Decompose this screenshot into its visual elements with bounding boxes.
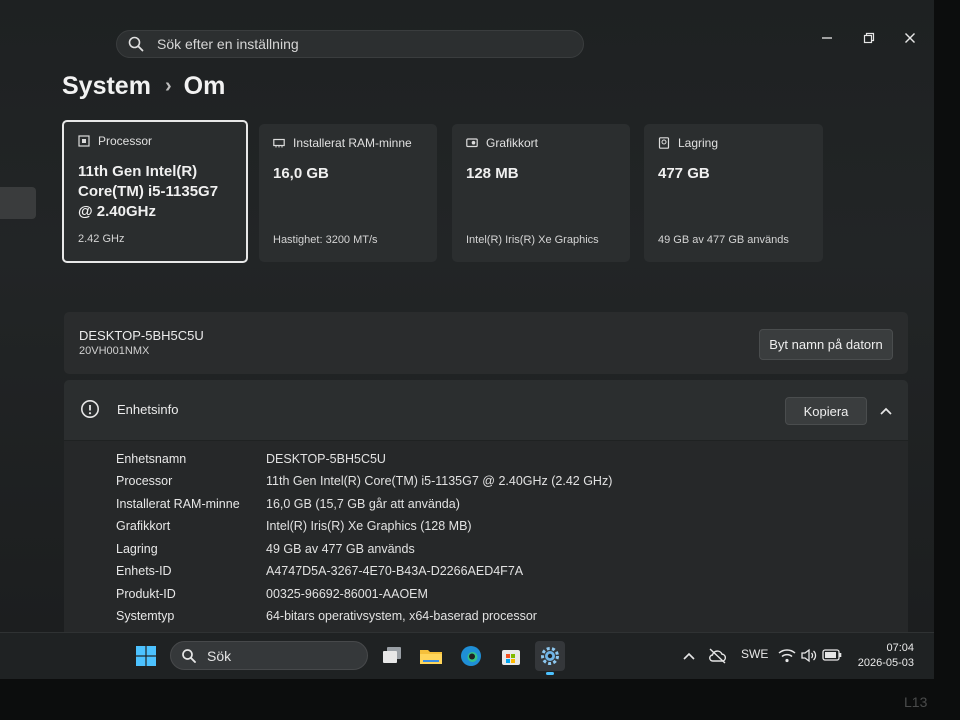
card-value: 16,0 GB xyxy=(273,165,329,182)
language-indicator[interactable]: SWE xyxy=(741,647,768,661)
info-value: 64-bitars operativsystem, x64-baserad pr… xyxy=(266,609,537,623)
settings-taskbar-button[interactable] xyxy=(535,641,565,675)
file-explorer-button[interactable] xyxy=(416,641,446,671)
volume-icon[interactable] xyxy=(800,648,818,663)
taskbar: Sök SWE 07:04 2026-05-03 xyxy=(0,632,934,679)
storage-card[interactable]: Lagring 477 GB 49 GB av 477 GB används xyxy=(644,124,823,262)
breadcrumb-system[interactable]: System xyxy=(62,72,151,101)
ram-card[interactable]: Installerat RAM-minne 16,0 GB Hastighet:… xyxy=(259,124,437,262)
info-key: Processor xyxy=(116,474,173,488)
info-value: 16,0 GB (15,7 GB går att använda) xyxy=(266,497,460,511)
clock[interactable]: 07:04 2026-05-03 xyxy=(858,641,914,671)
info-row: Lagring 49 GB av 477 GB används xyxy=(116,542,415,556)
taskbar-search[interactable]: Sök xyxy=(170,641,368,670)
chevron-up-icon[interactable] xyxy=(878,404,894,418)
info-key: Produkt-ID xyxy=(116,587,176,601)
info-value: 49 GB av 477 GB används xyxy=(266,542,415,556)
card-subtext: Hastighet: 3200 MT/s xyxy=(273,234,378,246)
card-value: 128 MB xyxy=(466,165,519,182)
card-title: Processor xyxy=(98,134,153,148)
info-key: Enhets-ID xyxy=(116,564,172,578)
settings-search-box[interactable] xyxy=(116,30,584,58)
copy-button[interactable]: Kopiera xyxy=(785,397,867,425)
info-value: DESKTOP-5BH5C5U xyxy=(266,452,386,466)
storage-icon xyxy=(658,137,670,149)
clock-time: 07:04 xyxy=(886,642,914,654)
wifi-icon[interactable] xyxy=(778,648,796,663)
info-value: Intel(R) Iris(R) Xe Graphics (128 MB) xyxy=(266,519,472,533)
info-row: Enhets-ID A4747D5A-3267-4E70-B43A-D2266AE… xyxy=(116,564,523,578)
info-icon xyxy=(81,400,99,418)
settings-window: System › Om Processor 11th Gen Intel(R) … xyxy=(0,0,934,632)
info-key: Installerat RAM-minne xyxy=(116,497,240,511)
graphics-card[interactable]: Grafikkort 128 MB Intel(R) Iris(R) Xe Gr… xyxy=(452,124,630,262)
card-subtext: 49 GB av 477 GB används xyxy=(658,234,789,246)
store-icon xyxy=(502,650,520,665)
device-info-header[interactable]: Enhetsinfo xyxy=(64,380,908,440)
card-title: Lagring xyxy=(678,136,719,150)
page-title: Om xyxy=(183,72,226,100)
windows-logo-icon xyxy=(136,646,156,666)
search-input[interactable] xyxy=(155,35,583,53)
breadcrumb: System › Om xyxy=(62,72,225,101)
minimize-icon xyxy=(822,37,832,39)
info-key: Grafikkort xyxy=(116,519,171,533)
restore-icon xyxy=(863,32,875,44)
sidebar-selected-item[interactable] xyxy=(0,187,36,219)
device-info-title: Enhetsinfo xyxy=(117,402,179,417)
info-row: Systemtyp 64-bitars operativsystem, x64-b… xyxy=(116,609,537,623)
breadcrumb-separator: › xyxy=(164,75,172,97)
device-info-list: Enhetsnamn DESKTOP-5BH5C5U Processor 11th … xyxy=(64,441,908,632)
info-key: Enhetsnamn xyxy=(116,452,187,466)
cloud-off-icon[interactable] xyxy=(708,647,728,665)
chevron-up-icon[interactable] xyxy=(682,650,696,662)
active-indicator xyxy=(546,672,554,675)
processor-card[interactable]: Processor 11th Gen Intel(R) Core(TM) i5-… xyxy=(62,120,248,263)
info-row: Grafikkort Intel(R) Iris(R) Xe Graphics (… xyxy=(116,519,472,533)
card-title: Grafikkort xyxy=(486,136,539,150)
search-icon xyxy=(182,648,196,663)
info-value: 11th Gen Intel(R) Core(TM) i5-1135G7 @ 2… xyxy=(266,474,613,488)
ram-icon xyxy=(273,138,285,148)
close-icon xyxy=(905,33,915,43)
card-value: 11th Gen Intel(R) Core(TM) i5-1135G7 @ 2… xyxy=(78,163,219,220)
info-row: Enhetsnamn DESKTOP-5BH5C5U xyxy=(116,452,386,466)
edge-icon xyxy=(461,646,481,666)
edge-button[interactable] xyxy=(456,641,486,671)
info-key: Lagring xyxy=(116,542,158,556)
card-value: 477 GB xyxy=(658,165,710,182)
task-view-icon xyxy=(383,647,401,663)
card-title: Installerat RAM-minne xyxy=(293,136,412,150)
info-value: 00325-96692-86001-AAOEM xyxy=(266,587,428,601)
task-view-button[interactable] xyxy=(377,641,407,671)
info-key: Systemtyp xyxy=(116,609,175,623)
info-value: A4747D5A-3267-4E70-B43A-D2266AED4F7A xyxy=(266,564,524,578)
search-icon xyxy=(128,36,144,52)
battery-icon[interactable] xyxy=(822,649,842,661)
info-row: Processor 11th Gen Intel(R) Core(TM) i5-1… xyxy=(116,474,612,488)
minimize-button[interactable] xyxy=(814,28,840,48)
processor-icon xyxy=(78,135,90,147)
gear-icon xyxy=(541,647,559,665)
start-button[interactable] xyxy=(131,641,161,671)
restore-button[interactable] xyxy=(856,28,882,48)
folder-icon xyxy=(420,650,442,664)
clock-date: 2026-05-03 xyxy=(857,657,914,669)
info-row: Installerat RAM-minne 16,0 GB (15,7 GB gå… xyxy=(116,497,460,511)
store-button[interactable] xyxy=(496,641,526,671)
rename-pc-button[interactable]: Byt namn på datorn xyxy=(759,329,893,360)
close-button[interactable] xyxy=(897,28,923,48)
taskbar-search-label: Sök xyxy=(207,647,232,664)
info-row: Produkt-ID 00325-96692-86001-AAOEM xyxy=(116,587,428,601)
card-subtext: 2.42 GHz xyxy=(78,233,125,245)
card-subtext: Intel(R) Iris(R) Xe Graphics xyxy=(466,234,599,246)
laptop-model-label: L13 xyxy=(904,694,928,710)
graphics-card-icon xyxy=(466,138,478,148)
